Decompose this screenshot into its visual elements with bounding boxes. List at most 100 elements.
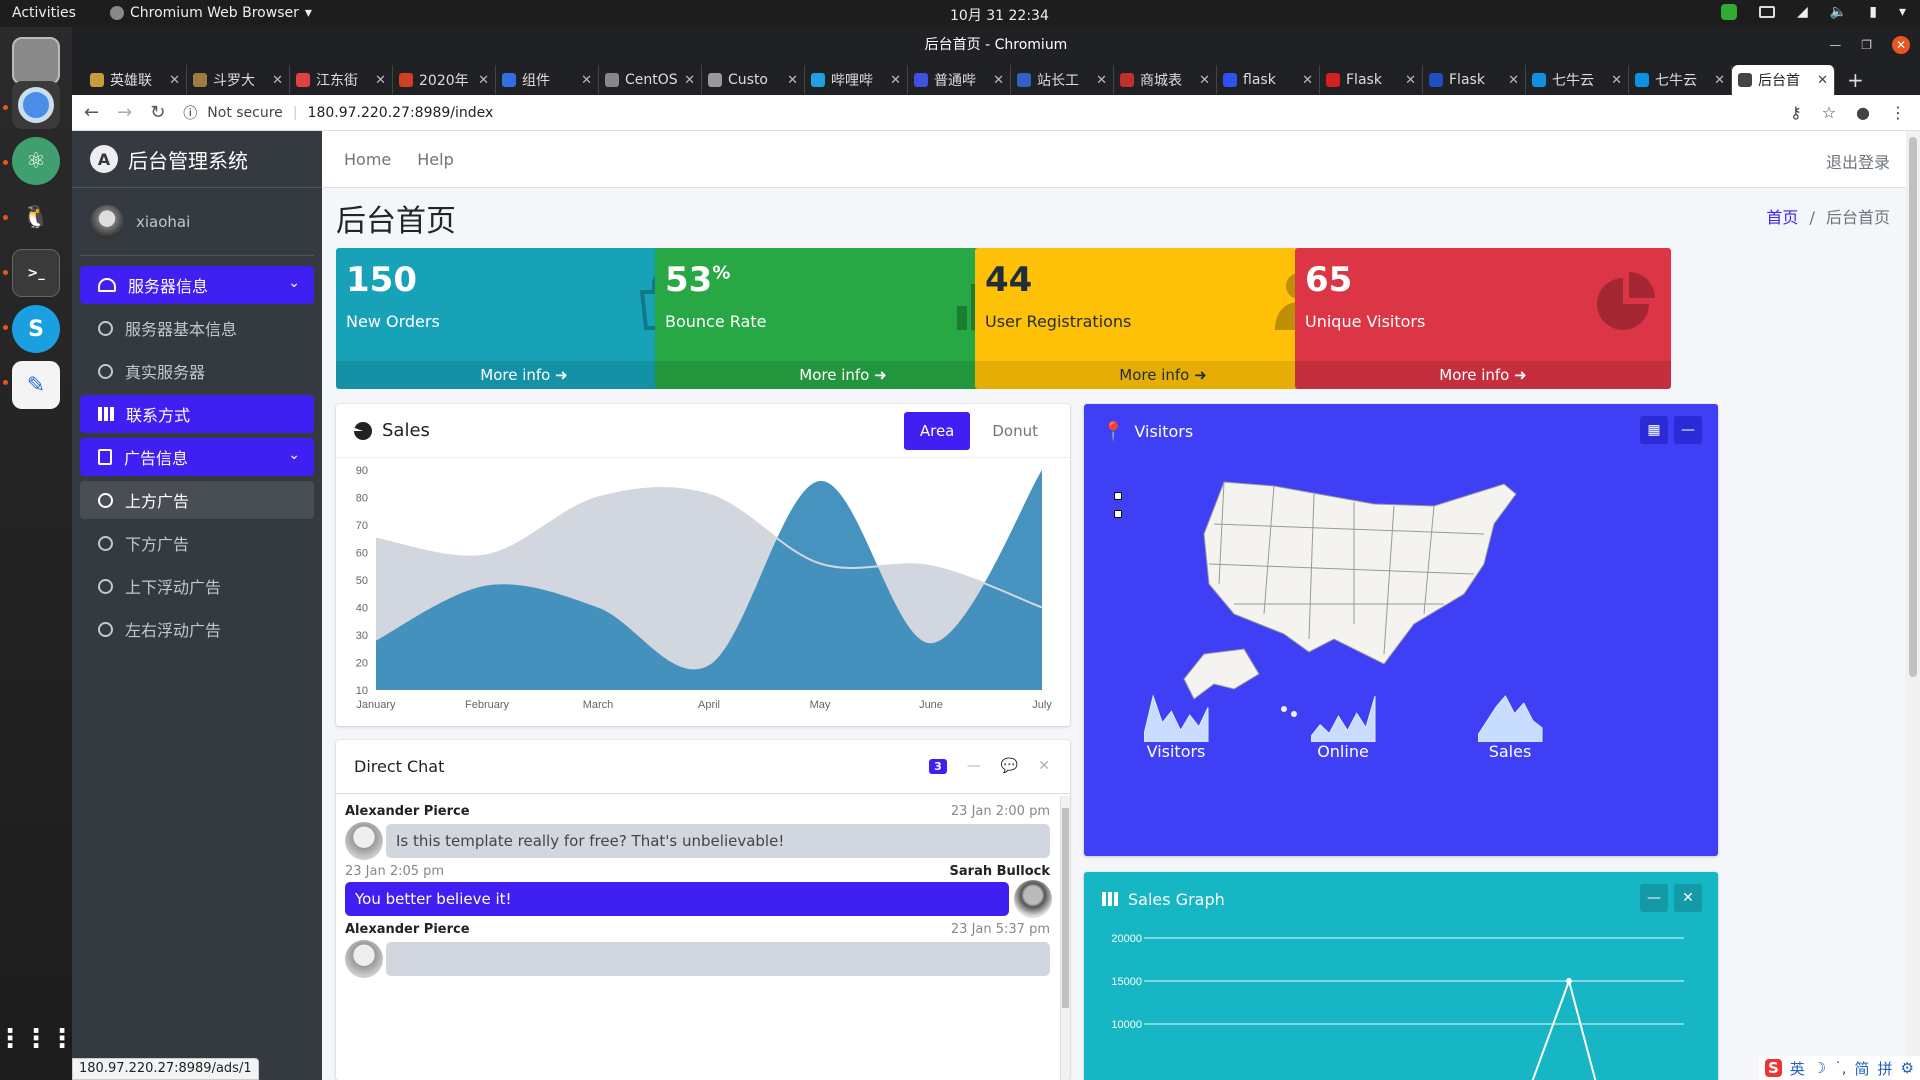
more-info-link[interactable]: More info ➜ [1295,361,1671,389]
collapse-icon[interactable]: — [1674,416,1702,444]
sidebar-item[interactable]: 上方广告 [80,481,314,519]
minimize-icon[interactable]: — [1829,27,1841,63]
ime-pinyin[interactable]: 拼 [1878,1058,1893,1079]
url-text[interactable]: 180.97.220.27:8989/index [308,105,494,121]
ime-simplified[interactable]: 简 [1855,1058,1870,1079]
browser-tab[interactable]: 站长工 ✕ [1011,65,1114,95]
browser-tab[interactable]: 2020年 ✕ [393,65,496,95]
kebab-menu-icon[interactable]: ⋮ [1890,103,1906,122]
chromium-icon[interactable] [12,81,60,129]
sidebar-item[interactable]: 左右浮动广告 [80,610,314,648]
browser-tab[interactable]: 斗罗大 ✕ [187,65,290,95]
info-icon[interactable]: ⓘ [183,103,197,123]
tab-close-icon[interactable]: ✕ [1714,73,1725,88]
area-tab[interactable]: Area [903,412,971,450]
app-menu[interactable]: Chromium Web Browser ▾ [110,5,312,21]
update-icon[interactable] [1721,4,1738,20]
sidebar-item[interactable]: 下方广告 [80,524,314,562]
tab-active[interactable]: 后台首 ✕ [1732,65,1835,95]
browser-tab[interactable]: CentOS ✕ [599,65,702,95]
logout-link[interactable]: 退出登录 [1826,149,1890,173]
system-tray[interactable]: ◢ 🔈 ▮ ▾ [1721,4,1906,20]
tab-close-icon[interactable]: ✕ [375,73,386,88]
reload-icon[interactable]: ↻ [150,102,165,123]
show-apps-icon[interactable]: ⋮⋮⋮ [0,1015,75,1063]
browser-tab[interactable]: Flask ✕ [1423,65,1526,95]
nav-home-link[interactable]: Home [344,150,391,169]
browser-tab[interactable]: 七牛云 ✕ [1526,65,1629,95]
key-icon[interactable]: ⚷ [1790,103,1802,122]
browser-tab[interactable]: 江东街 ✕ [290,65,393,95]
chat-scrollbar[interactable] [1060,796,1070,1080]
browser-tab[interactable]: 哔哩哔 ✕ [805,65,908,95]
moon-icon[interactable]: ☽ [1813,1059,1826,1077]
browser-tab[interactable]: flask ✕ [1217,65,1320,95]
volume-icon[interactable]: 🔈 [1830,4,1847,20]
window-titlebar[interactable]: 后台首页 - Chromium — ❐ ✕ [72,27,1920,63]
tab-close-icon[interactable]: ✕ [890,73,901,88]
ime-toolbar[interactable]: S 英 ☽ ˙, 简 拼 ⚙ [1758,1056,1920,1080]
collapse-icon[interactable]: — [1640,884,1668,912]
browser-tab[interactable]: 七牛云 ✕ [1629,65,1732,95]
tab-close-icon[interactable]: ✕ [581,73,592,88]
tab-close-icon[interactable]: ✕ [1508,73,1519,88]
keyboard-icon[interactable] [1759,6,1776,18]
comments-icon[interactable]: 💬 [1001,758,1018,774]
files-icon[interactable] [12,37,60,85]
clock[interactable]: 10月 31 22:34 [950,5,1049,25]
sidebar-item[interactable]: 服务器信息 ⌄ [80,266,314,304]
punct-icon[interactable]: ˙, [1834,1059,1846,1077]
tab-close-icon[interactable]: ✕ [272,73,283,88]
battery-icon[interactable]: ▮ [1869,4,1877,20]
new-tab-button[interactable]: + [1835,65,1876,95]
browser-tab[interactable]: Flask ✕ [1320,65,1423,95]
sogou-icon[interactable]: S [1764,1059,1782,1077]
close-icon[interactable]: ✕ [1038,758,1050,774]
collapse-icon[interactable]: — [967,758,981,774]
sidebar-item[interactable]: 广告信息 ⌄ [80,438,314,476]
skype-icon[interactable]: S [12,305,60,353]
tab-close-icon[interactable]: ✕ [787,73,798,88]
sidebar-item[interactable]: 上下浮动广告 [80,567,314,605]
sidebar-item[interactable]: 真实服务器 [80,352,314,390]
maximize-icon[interactable]: ❐ [1861,27,1872,63]
username[interactable]: xiaohai [136,213,190,231]
sidebar-item[interactable]: 服务器基本信息 [80,309,314,347]
brand-link[interactable]: A 后台管理系统 [72,131,322,188]
tab-close-icon[interactable]: ✕ [684,73,695,88]
tab-close-icon[interactable]: ✕ [1302,73,1313,88]
ime-lang[interactable]: 英 [1790,1058,1805,1079]
calendar-icon[interactable]: ▦ [1640,416,1668,444]
activities-button[interactable]: Activities [12,5,76,21]
tab-close-icon[interactable]: ✕ [1405,73,1416,88]
ime-settings-icon[interactable]: ⚙ [1901,1059,1914,1077]
tab-close-icon[interactable]: ✕ [169,73,180,88]
tab-close-icon[interactable]: ✕ [478,73,489,88]
power-menu-icon[interactable]: ▾ [1899,4,1906,20]
breadcrumb-home[interactable]: 首页 [1766,208,1798,227]
close-icon[interactable]: ✕ [1674,884,1702,912]
browser-tab[interactable]: 英雄联 ✕ [84,65,187,95]
browser-tab[interactable]: 组件 ✕ [496,65,599,95]
donut-tab[interactable]: Donut [976,412,1054,450]
nav-help-link[interactable]: Help [417,150,453,169]
profile-icon[interactable]: ● [1856,103,1870,122]
text-editor-icon[interactable]: ✎ [12,361,60,409]
page-scrollbar[interactable] [1906,131,1920,1080]
qq-icon[interactable]: 🐧 [12,193,60,241]
back-icon[interactable]: ← [84,102,99,123]
tab-close-icon[interactable]: ✕ [1199,73,1210,88]
forward-icon[interactable]: → [117,102,132,123]
browser-tab[interactable]: Custo ✕ [702,65,805,95]
tab-close-icon[interactable]: ✕ [1611,73,1622,88]
tab-close-icon[interactable]: ✕ [1817,73,1828,88]
scrollbar-thumb[interactable] [1062,808,1069,1008]
tab-close-icon[interactable]: ✕ [1096,73,1107,88]
omnibox[interactable]: ⓘ Not secure | 180.97.220.27:8989/index [183,103,493,123]
scrollbar-thumb[interactable] [1909,137,1917,677]
browser-tab[interactable]: 普通哔 ✕ [908,65,1011,95]
browser-tab[interactable]: 商城表 ✕ [1114,65,1217,95]
atom-icon[interactable]: ⚛ [12,137,60,185]
sidebar-item[interactable]: 联系方式 [80,395,314,433]
bookmark-star-icon[interactable]: ☆ [1822,103,1836,122]
